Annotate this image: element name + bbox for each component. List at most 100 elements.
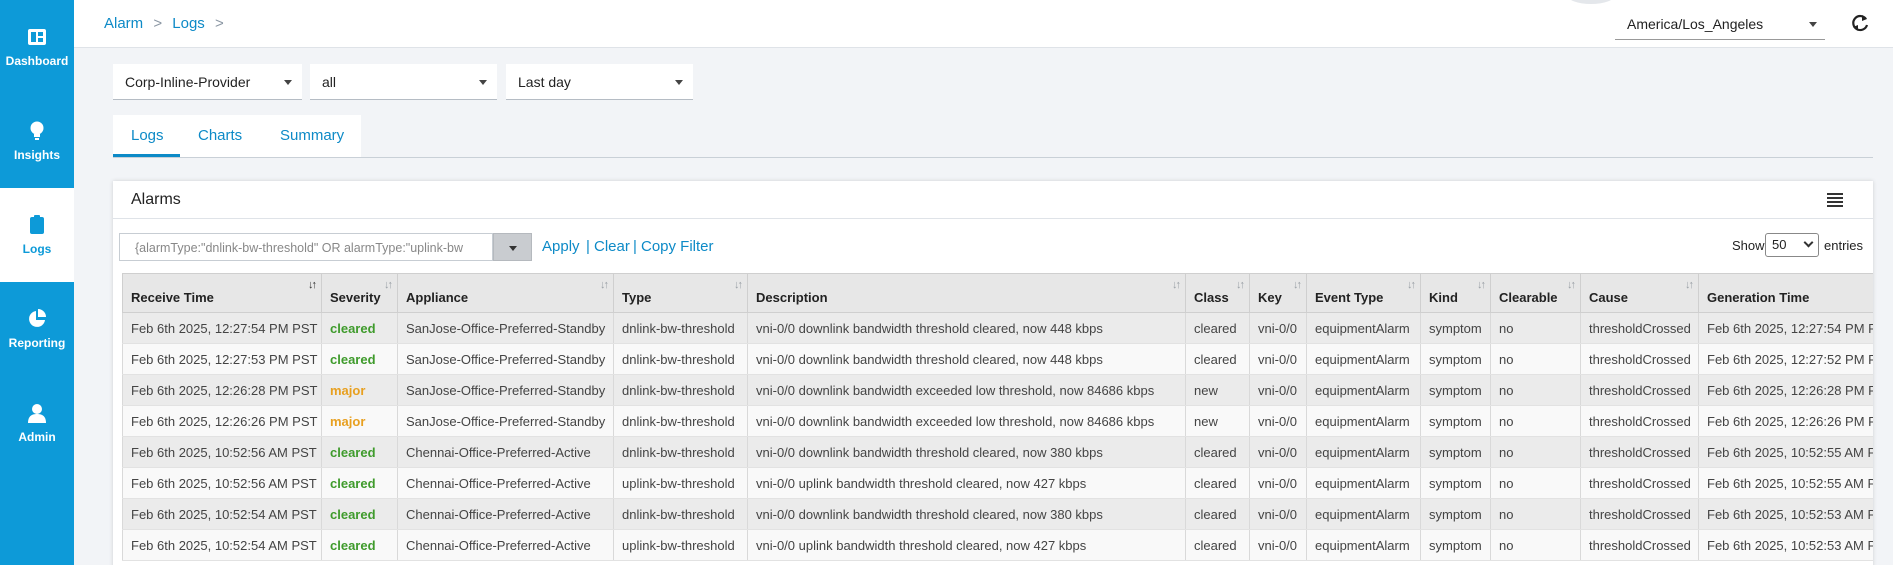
- table-cell: symptom: [1420, 405, 1491, 437]
- table-cell: vni-0/0: [1249, 498, 1307, 530]
- table-cell: Feb 6th 2025, 10:52:56 AM PST: [122, 436, 322, 468]
- sidebar-item-logs[interactable]: Logs: [0, 188, 74, 282]
- table-cell: no: [1490, 343, 1581, 375]
- table-cell: Feb 6th 2025, 12:26:28 PM PST: [1698, 374, 1873, 406]
- column-header[interactable]: Clearable ↓↑: [1490, 273, 1581, 313]
- column-header[interactable]: Type ↓↑: [613, 273, 748, 313]
- caret-down-icon: [509, 246, 517, 251]
- table-cell: SanJose-Office-Preferred-Standby: [397, 374, 614, 406]
- column-label: Type: [622, 290, 652, 305]
- sort-icon[interactable]: ↓↑: [1477, 279, 1486, 291]
- table-row[interactable]: Feb 6th 2025, 12:26:28 PM PST major SanJos…: [122, 374, 1873, 406]
- query-input[interactable]: {alarmType:"dnlink-bw-threshold" OR alar…: [119, 233, 493, 261]
- table-row[interactable]: Feb 6th 2025, 12:26:26 PM PST major SanJos…: [122, 405, 1873, 437]
- page-size-value: 50: [1772, 237, 1787, 252]
- organization-select[interactable]: Corp-Inline-Provider: [113, 64, 302, 100]
- table-cell: new: [1185, 374, 1250, 406]
- sidebar-item-reporting[interactable]: Reporting: [0, 282, 74, 376]
- column-header[interactable]: Description ↓↑: [747, 273, 1186, 313]
- breadcrumb-separator: >: [153, 15, 163, 32]
- sort-icon[interactable]: ↓↑: [1685, 279, 1694, 291]
- table-cell: dnlink-bw-threshold: [613, 374, 748, 406]
- column-header[interactable]: Key ↓↑: [1249, 273, 1307, 313]
- query-dropdown-button[interactable]: [493, 233, 532, 261]
- time-range-select[interactable]: Last day: [506, 64, 693, 100]
- sort-icon[interactable]: ↓↑: [1236, 279, 1245, 291]
- table-cell: Feb 6th 2025, 12:27:54 PM PST: [122, 312, 322, 344]
- table-cell: no: [1490, 312, 1581, 344]
- breadcrumb-separator: >: [214, 15, 224, 32]
- tab-charts[interactable]: Charts: [198, 127, 242, 144]
- sidebar-item-admin[interactable]: Admin: [0, 376, 74, 470]
- timezone-select[interactable]: America/Los_Angeles: [1615, 12, 1825, 40]
- query-row: {alarmType:"dnlink-bw-threshold" OR alar…: [119, 233, 1873, 261]
- refresh-icon[interactable]: [1849, 12, 1871, 34]
- page-size-select[interactable]: 50: [1765, 233, 1819, 257]
- sort-icon[interactable]: ↓↑: [600, 279, 609, 291]
- table-cell: Feb 6th 2025, 12:26:26 PM PST: [122, 405, 322, 437]
- apply-link[interactable]: Apply: [542, 238, 580, 255]
- table-cell: thresholdCrossed: [1580, 529, 1699, 561]
- table-cell: SanJose-Office-Preferred-Standby: [397, 405, 614, 437]
- table-row[interactable]: Feb 6th 2025, 12:27:53 PM PST cleared SanJ…: [122, 343, 1873, 375]
- sort-desc-icon[interactable]: ↓↑: [308, 279, 317, 291]
- sort-icon[interactable]: ↓↑: [734, 279, 743, 291]
- appliance-value: all: [322, 74, 337, 90]
- breadcrumb-logs[interactable]: Logs: [172, 15, 205, 32]
- clear-link[interactable]: Clear: [594, 238, 630, 255]
- table-row[interactable]: Feb 6th 2025, 10:52:56 AM PST cleared Chen…: [122, 436, 1873, 468]
- column-header[interactable]: Appliance ↓↑: [397, 273, 614, 313]
- table-cell: vni-0/0: [1249, 405, 1307, 437]
- table-cell: vni-0/0: [1249, 343, 1307, 375]
- sort-icon[interactable]: ↓↑: [1293, 279, 1302, 291]
- sort-icon[interactable]: ↓↑: [1172, 279, 1181, 291]
- table-cell: equipmentAlarm: [1306, 405, 1421, 437]
- table-cell: no: [1490, 529, 1581, 561]
- hamburger-menu-icon[interactable]: [1827, 193, 1843, 207]
- severity-badge: major: [321, 374, 398, 406]
- column-header[interactable]: Class ↓↑: [1185, 273, 1250, 313]
- table-row[interactable]: Feb 6th 2025, 10:52:54 AM PST cleared Chen…: [122, 529, 1873, 561]
- column-header[interactable]: Kind ↓↑: [1420, 273, 1491, 313]
- appliance-select[interactable]: all: [310, 64, 497, 100]
- column-header[interactable]: Severity ↓↑: [321, 273, 398, 313]
- table-cell: Feb 6th 2025, 10:52:54 AM PST: [122, 529, 322, 561]
- severity-badge: cleared: [321, 529, 398, 561]
- table-cell: dnlink-bw-threshold: [613, 343, 748, 375]
- copy-filter-link[interactable]: Copy Filter: [641, 238, 714, 255]
- sort-icon[interactable]: ↓↑: [384, 279, 393, 291]
- table-cell: cleared: [1185, 343, 1250, 375]
- table-row[interactable]: Feb 6th 2025, 10:52:54 AM PST cleared Chen…: [122, 498, 1873, 530]
- table-cell: vni-0/0 downlink bandwidth exceeded low …: [747, 374, 1186, 406]
- table-cell: vni-0/0 downlink bandwidth exceeded low …: [747, 405, 1186, 437]
- column-header[interactable]: Cause ↓↑: [1580, 273, 1699, 313]
- sidebar-item-insights[interactable]: Insights: [0, 94, 74, 188]
- table-cell: equipmentAlarm: [1306, 343, 1421, 375]
- table-cell: dnlink-bw-threshold: [613, 498, 748, 530]
- sidebar: Dashboard Insights Logs Reporting Admin: [0, 0, 74, 565]
- breadcrumb-alarm[interactable]: Alarm: [104, 15, 143, 32]
- tab-summary[interactable]: Summary: [280, 127, 344, 144]
- table-row[interactable]: Feb 6th 2025, 10:52:56 AM PST cleared Chen…: [122, 467, 1873, 499]
- tab-logs[interactable]: Logs: [131, 127, 164, 144]
- table-cell: Feb 6th 2025, 12:26:28 PM PST: [122, 374, 322, 406]
- severity-badge: cleared: [321, 343, 398, 375]
- entries-label: entries: [1824, 238, 1864, 253]
- caret-down-icon: [479, 80, 487, 85]
- table-cell: vni-0/0: [1249, 436, 1307, 468]
- column-header[interactable]: Event Type ↓↑: [1306, 273, 1421, 313]
- table-cell: symptom: [1420, 374, 1491, 406]
- table-cell: Feb 6th 2025, 10:52:53 AM PST: [1698, 529, 1873, 561]
- table-cell: new: [1185, 405, 1250, 437]
- table-cell: dnlink-bw-threshold: [613, 436, 748, 468]
- table-row[interactable]: Feb 6th 2025, 12:27:54 PM PST cleared SanJ…: [122, 312, 1873, 344]
- table-cell: symptom: [1420, 467, 1491, 499]
- sort-icon[interactable]: ↓↑: [1407, 279, 1416, 291]
- table-cell: equipmentAlarm: [1306, 436, 1421, 468]
- sort-icon[interactable]: ↓↑: [1567, 279, 1576, 291]
- column-header[interactable]: Generation Time: [1698, 273, 1873, 313]
- column-header[interactable]: Receive Time ↓↑: [122, 273, 322, 313]
- table-cell: Feb 6th 2025, 10:52:53 AM PST: [1698, 498, 1873, 530]
- sidebar-item-dashboard[interactable]: Dashboard: [0, 0, 74, 94]
- table-cell: vni-0/0: [1249, 374, 1307, 406]
